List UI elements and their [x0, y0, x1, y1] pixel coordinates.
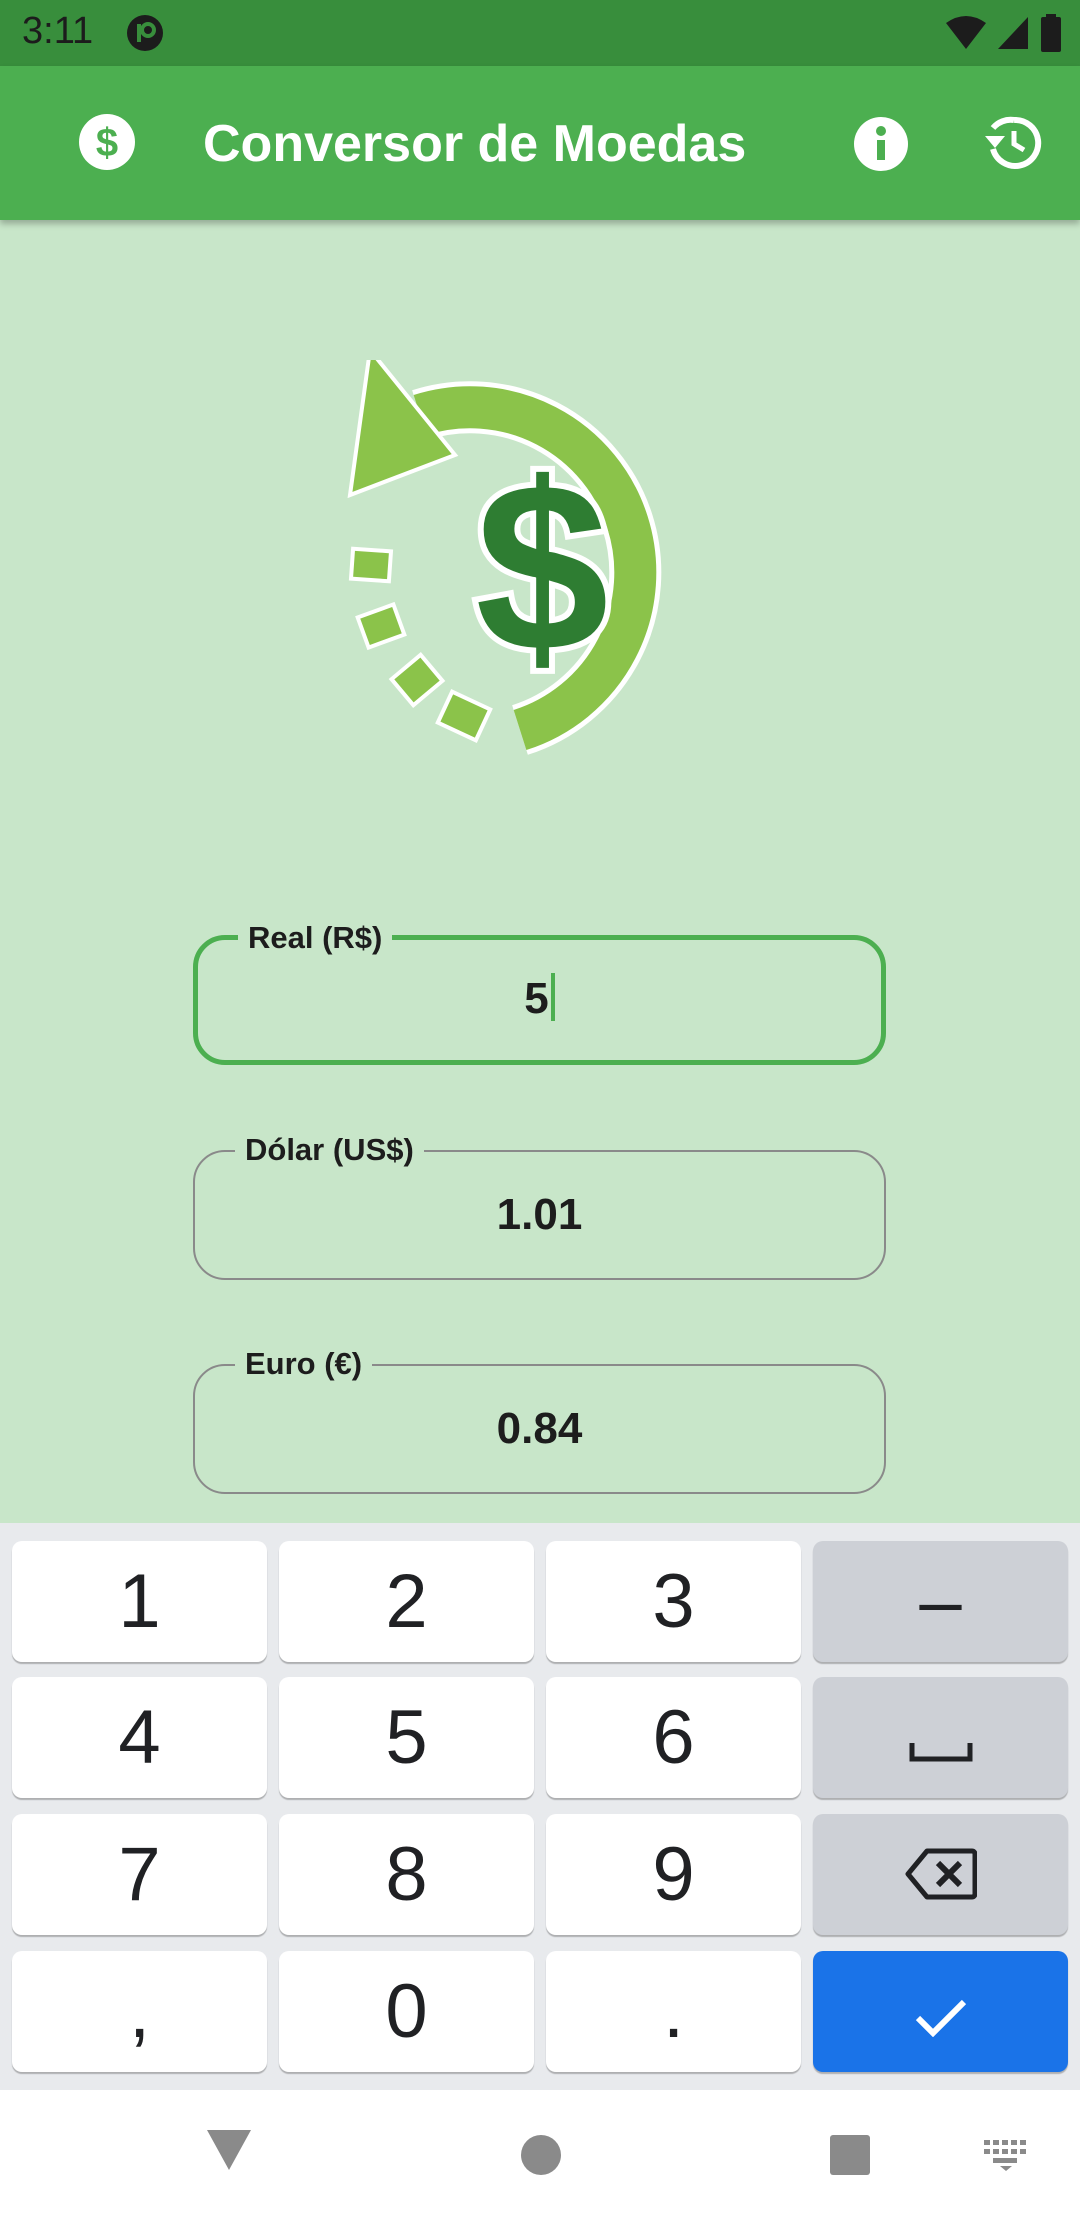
navigation-bar	[0, 2090, 1080, 2220]
info-icon[interactable]	[853, 116, 909, 177]
key-2[interactable]: 2	[279, 1541, 534, 1662]
svg-text:$: $	[96, 121, 118, 165]
status-time: 3:11	[22, 10, 94, 52]
recents-icon[interactable]	[829, 2134, 871, 2181]
key-done[interactable]	[813, 1951, 1068, 2072]
svg-text:$: $	[475, 433, 608, 701]
key-backspace[interactable]	[813, 1814, 1068, 1935]
euro-input[interactable]: Euro (€) 0.84	[193, 1346, 886, 1494]
key-5[interactable]: 5	[279, 1677, 534, 1798]
key-0[interactable]: 0	[279, 1951, 534, 2072]
key-7[interactable]: 7	[12, 1814, 267, 1935]
key-9[interactable]: 9	[546, 1814, 801, 1935]
home-icon[interactable]	[520, 2134, 562, 2181]
dollar-coin-icon: $	[78, 113, 136, 176]
status-bar: 3:11	[0, 0, 1080, 66]
key-space[interactable]	[813, 1677, 1068, 1798]
key-8[interactable]: 8	[279, 1814, 534, 1935]
history-icon[interactable]	[984, 114, 1042, 177]
real-value: 5	[524, 974, 549, 1023]
key-6[interactable]: 6	[546, 1677, 801, 1798]
app-bar: $ Conversor de Moedas	[0, 66, 1080, 220]
euro-value: 0.84	[496, 1404, 583, 1453]
wifi-icon	[946, 15, 986, 56]
key-1[interactable]: 1	[12, 1541, 267, 1662]
numeric-keyboard: 1 2 3 – 4 5 6 7 8 9 , 0 .	[0, 1523, 1080, 2090]
keyboard-switch-icon[interactable]	[984, 2140, 1028, 2177]
backspace-icon	[905, 1831, 977, 1918]
key-4[interactable]: 4	[12, 1677, 267, 1798]
key-period[interactable]: .	[546, 1951, 801, 2072]
dolar-label: Dólar (US$)	[235, 1132, 424, 1168]
key-comma[interactable]: ,	[12, 1951, 267, 2072]
back-icon[interactable]	[205, 2128, 253, 2177]
cell-signal-icon	[996, 15, 1030, 56]
app-notification-icon	[126, 14, 164, 57]
check-icon	[914, 1968, 968, 2055]
text-cursor	[550, 973, 555, 1021]
euro-label: Euro (€)	[235, 1346, 373, 1382]
space-icon	[909, 1694, 973, 1781]
real-label: Real (R$)	[238, 920, 393, 956]
currency-exchange-logo: $ $	[340, 345, 740, 765]
key-3[interactable]: 3	[546, 1541, 801, 1662]
battery-icon	[1040, 14, 1062, 57]
dolar-input[interactable]: Dólar (US$) 1.01	[193, 1132, 886, 1280]
app-title: Conversor de Moedas	[203, 115, 747, 173]
real-input[interactable]: Real (R$) 5	[193, 920, 886, 1065]
key-minus[interactable]: –	[813, 1541, 1068, 1662]
dolar-value: 1.01	[496, 1190, 583, 1239]
